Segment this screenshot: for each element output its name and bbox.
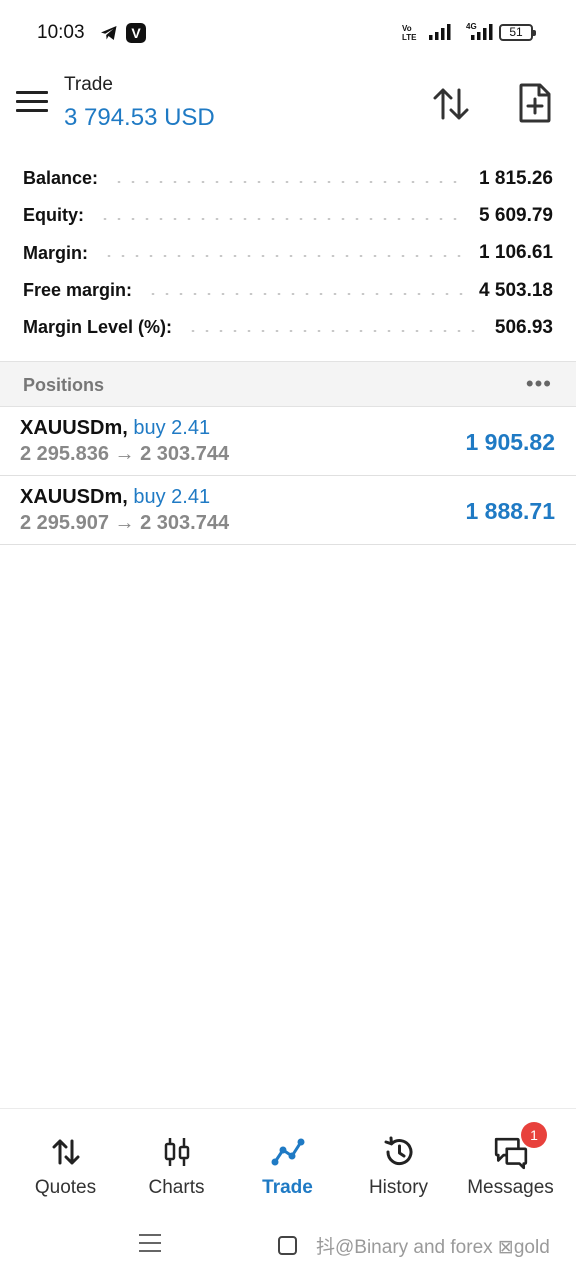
history-icon bbox=[384, 1136, 412, 1166]
positions-section-header: Positions ••• bbox=[0, 361, 576, 407]
position-profit: 1 888.71 bbox=[465, 498, 555, 524]
position-profit: 1 905.82 bbox=[465, 429, 555, 455]
charts-icon bbox=[164, 1138, 189, 1166]
telegram-icon bbox=[101, 26, 117, 40]
dotted-leader bbox=[186, 329, 481, 332]
messages-badge: 1 bbox=[521, 1122, 547, 1148]
summary-label: Free margin: bbox=[23, 280, 133, 301]
status-time: 10:03 bbox=[37, 22, 85, 43]
account-summary: Balance: 1 815.26 Equity: 5 609.79 Margi… bbox=[0, 160, 576, 346]
summary-row-balance: Balance: 1 815.26 bbox=[0, 160, 576, 197]
summary-label: Balance: bbox=[23, 168, 99, 189]
position-prices: 2 295.836 → 2 303.744 bbox=[20, 443, 230, 465]
app-bar: Trade 3 794.53 USD bbox=[0, 66, 576, 148]
new-order-icon[interactable] bbox=[516, 82, 554, 124]
nav-charts[interactable]: Charts bbox=[119, 1109, 234, 1221]
position-symbol: XAUUSDm, bbox=[20, 486, 128, 508]
bottom-navigation: Quotes Charts Trade History Messages 1 bbox=[0, 1108, 576, 1220]
nav-messages[interactable]: Messages bbox=[453, 1109, 568, 1221]
position-side: buy 2.41 bbox=[133, 417, 211, 439]
summary-row-free-margin: Free margin: 4 503.18 bbox=[0, 272, 576, 309]
positions-title: Positions bbox=[23, 375, 105, 395]
position-symbol-line: XAUUSDm, buy 2.41 bbox=[20, 486, 210, 509]
nav-label: Messages bbox=[467, 1177, 554, 1198]
watermark-text: 抖@Binary and forex ⊠gold bbox=[316, 1237, 550, 1258]
nav-trade[interactable]: Trade bbox=[230, 1109, 345, 1221]
dotted-leader bbox=[98, 217, 466, 220]
summary-value: 5 609.79 bbox=[479, 204, 553, 226]
position-symbol-line: XAUUSDm, buy 2.41 bbox=[20, 417, 210, 440]
page-title: Trade bbox=[64, 74, 113, 95]
summary-label: Equity: bbox=[23, 205, 84, 226]
summary-value: 1 106.61 bbox=[479, 242, 553, 264]
signal-strength-icon bbox=[429, 24, 451, 40]
nav-label: Charts bbox=[148, 1177, 205, 1198]
battery-indicator: 51 bbox=[499, 24, 536, 41]
system-navigation-bar: 抖@Binary and forex ⊠gold bbox=[0, 1220, 576, 1280]
summary-row-equity: Equity: 5 609.79 bbox=[0, 197, 576, 234]
summary-row-margin-level: Margin Level (%): 506.93 bbox=[0, 309, 576, 346]
app-notification-icon: V bbox=[126, 23, 146, 43]
account-balance: 3 794.53 USD bbox=[64, 104, 215, 131]
position-row[interactable]: XAUUSDm, buy 2.41 2 295.836 → 2 303.744 … bbox=[0, 407, 576, 476]
home-icon[interactable] bbox=[278, 1236, 297, 1255]
hamburger-menu-icon[interactable] bbox=[16, 91, 48, 117]
quotes-icon bbox=[52, 1139, 79, 1165]
summary-value: 1 815.26 bbox=[479, 167, 553, 189]
position-row[interactable]: XAUUSDm, buy 2.41 2 295.907 → 2 303.744 … bbox=[0, 476, 576, 545]
nav-label: History bbox=[368, 1177, 429, 1198]
dotted-leader bbox=[112, 180, 466, 183]
summary-value: 4 503.18 bbox=[479, 279, 553, 301]
position-side: buy 2.41 bbox=[133, 486, 211, 508]
summary-value: 506.93 bbox=[494, 316, 553, 338]
sort-icon[interactable] bbox=[430, 84, 472, 124]
signal-strength-icon-2 bbox=[471, 24, 493, 40]
volte-indicator: Vo LTE bbox=[402, 24, 417, 42]
status-bar: 10:03 V Vo LTE 4G 51 bbox=[0, 0, 576, 66]
recent-apps-icon[interactable] bbox=[139, 1234, 161, 1254]
summary-label: Margin Level (%): bbox=[23, 317, 173, 338]
nav-quotes[interactable]: Quotes bbox=[8, 1109, 123, 1221]
position-symbol: XAUUSDm, bbox=[20, 417, 128, 439]
trade-icon bbox=[271, 1138, 304, 1166]
dotted-leader bbox=[102, 255, 466, 258]
nav-history[interactable]: History bbox=[341, 1109, 456, 1221]
position-prices: 2 295.907 → 2 303.744 bbox=[20, 512, 230, 534]
nav-label: Trade bbox=[262, 1177, 313, 1198]
summary-row-margin: Margin: 1 106.61 bbox=[0, 235, 576, 272]
nav-label: Quotes bbox=[34, 1177, 97, 1198]
dotted-leader bbox=[146, 292, 466, 295]
more-options-icon[interactable]: ••• bbox=[526, 371, 552, 397]
summary-label: Margin: bbox=[23, 242, 88, 263]
